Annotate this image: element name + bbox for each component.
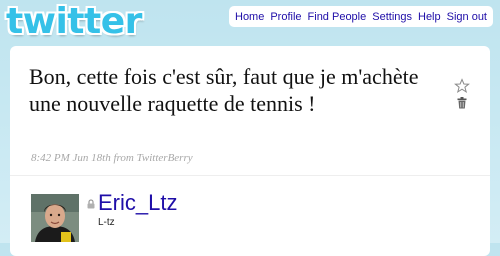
status-timestamp-link[interactable]: 8:42 PM Jun 18th bbox=[31, 152, 111, 164]
lock-icon bbox=[87, 199, 95, 209]
author-full-name: L-tz bbox=[98, 217, 115, 228]
status-text: Bon, cette fois c'est sûr, faut que je m… bbox=[29, 64, 419, 116]
status-source-prefix: from bbox=[113, 152, 134, 164]
trash-icon[interactable] bbox=[457, 97, 467, 109]
status-card: Bon, cette fois c'est sûr, faut que je m… bbox=[10, 46, 490, 256]
status-source-link[interactable]: TwitterBerry bbox=[137, 152, 193, 164]
nav-settings-link[interactable]: Settings bbox=[369, 11, 415, 23]
nav-sign-out-link[interactable]: Sign out bbox=[444, 11, 490, 23]
twitter-logo[interactable]: twitter bbox=[6, 2, 142, 42]
nav-find-people-link[interactable]: Find People bbox=[305, 11, 370, 23]
nav-help-link[interactable]: Help bbox=[415, 11, 444, 23]
top-nav: Home Profile Find People Settings Help S… bbox=[229, 6, 493, 27]
nav-profile-link[interactable]: Profile bbox=[267, 11, 304, 23]
status-meta: 8:42 PM Jun 18th from TwitterBerry bbox=[31, 152, 193, 164]
nav-home-link[interactable]: Home bbox=[232, 11, 267, 23]
avatar[interactable] bbox=[31, 194, 79, 242]
author-screen-name-link[interactable]: Eric_Ltz bbox=[98, 191, 177, 215]
card-divider bbox=[10, 175, 490, 176]
star-icon[interactable] bbox=[454, 78, 470, 94]
avatar-image bbox=[31, 194, 79, 242]
